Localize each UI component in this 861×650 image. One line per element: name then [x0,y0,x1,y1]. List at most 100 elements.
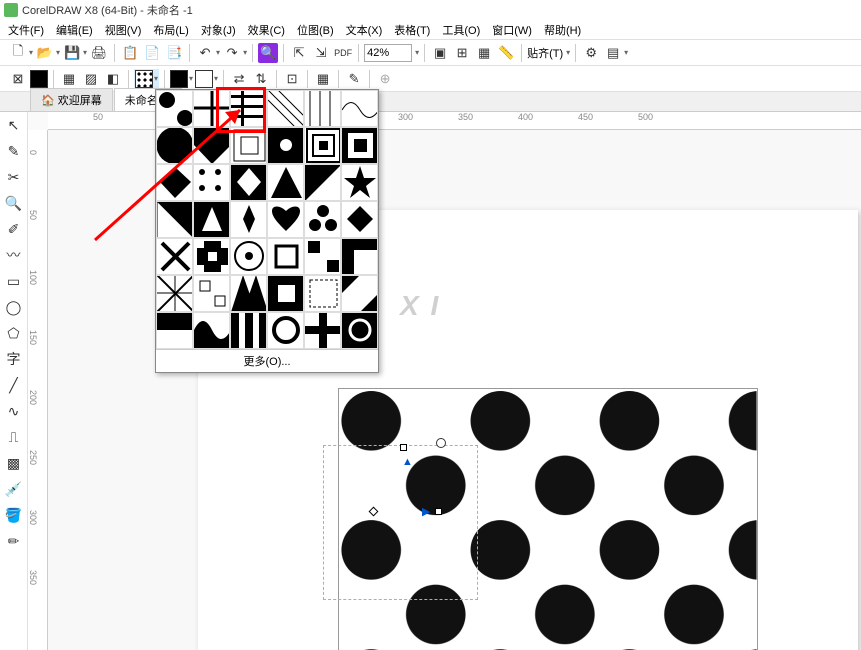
no-fill-icon[interactable]: ⊠ [8,69,28,89]
pattern-swatch[interactable] [193,90,230,127]
pattern-swatch[interactable] [304,312,341,349]
pick-tool-icon[interactable]: ↖ [4,115,24,135]
artistic-tool-icon[interactable]: 〰 [4,245,24,265]
mirror-h-icon[interactable]: ⇄ [229,69,249,89]
save-icon[interactable]: 💾 [62,43,82,63]
print-icon[interactable]: 🖨 [89,43,109,63]
pattern-swatch[interactable] [341,127,378,164]
canvas-area[interactable]: 50 150 200 250 300 350 400 450 500 0 50 … [28,112,861,650]
menu-bitmap[interactable]: 位图(B) [297,22,334,38]
menu-table[interactable]: 表格(T) [394,22,430,38]
pattern-fill-icon[interactable]: ▨ [81,69,101,89]
pattern-swatch[interactable] [230,127,267,164]
ellipse-tool-icon[interactable]: ◯ [4,297,24,317]
menu-effects[interactable]: 效果(C) [248,22,285,38]
pattern-swatch[interactable] [267,164,304,201]
rectangle-tool-icon[interactable]: ▭ [4,271,24,291]
pattern-swatch[interactable] [193,127,230,164]
pattern-swatch[interactable] [341,164,378,201]
back-color-swatch[interactable] [195,70,213,88]
fountain-fill-icon[interactable]: ▦ [59,69,79,89]
export-icon[interactable]: ⇲ [311,43,331,63]
import-icon[interactable]: ⇱ [289,43,309,63]
pattern-swatch[interactable] [304,238,341,275]
menu-file[interactable]: 文件(F) [8,22,44,38]
polygon-tool-icon[interactable]: ⬠ [4,323,24,343]
mirror-v-icon[interactable]: ⇅ [251,69,271,89]
menu-view[interactable]: 视图(V) [105,22,142,38]
menu-object[interactable]: 对象(J) [201,22,236,38]
pattern-swatch[interactable] [156,275,193,312]
pattern-swatch[interactable] [156,238,193,275]
pattern-swatch[interactable] [156,90,193,127]
launch-icon[interactable]: ▤ [603,43,623,63]
zoom-input[interactable] [364,44,412,62]
pattern-swatch[interactable] [230,238,267,275]
menu-edit[interactable]: 编辑(E) [56,22,93,38]
menu-text[interactable]: 文本(X) [346,22,383,38]
redo-icon[interactable]: ↷ [222,43,242,63]
shape-tool-icon[interactable]: ✎ [4,141,24,161]
snap-menu[interactable]: 贴齐(T) [527,45,563,61]
tab-welcome[interactable]: 🏠欢迎屏幕 [30,88,113,111]
search-icon[interactable]: 🔍 [258,43,278,63]
pattern-swatch[interactable] [304,164,341,201]
menu-window[interactable]: 窗口(W) [492,22,532,38]
pattern-swatch[interactable] [267,312,304,349]
pattern-preview-icon[interactable] [135,70,153,88]
open-icon[interactable]: 📂 [35,43,55,63]
new-icon[interactable]: 🗋 [8,43,28,63]
selection-handle[interactable] [400,444,407,451]
pattern-swatch[interactable] [267,275,304,312]
mesh-tool-icon[interactable]: ▩ [4,453,24,473]
pattern-swatch[interactable] [267,201,304,238]
pattern-swatch[interactable] [341,201,378,238]
pattern-swatch[interactable] [230,275,267,312]
pattern-more-button[interactable]: 更多(O)... [156,349,378,372]
outline-tool-icon[interactable]: ✏ [4,531,24,551]
pattern-swatch[interactable] [341,275,378,312]
uniform-fill-icon[interactable] [30,70,48,88]
pattern-swatch[interactable] [304,201,341,238]
pattern-swatch[interactable] [193,275,230,312]
selection-handle[interactable] [435,508,442,515]
tile-icon[interactable]: ▦ [313,69,333,89]
pattern-swatch[interactable] [156,312,193,349]
pattern-swatch[interactable] [230,164,267,201]
pattern-swatch[interactable] [156,127,193,164]
pattern-swatch[interactable] [341,238,378,275]
pattern-swatch[interactable] [156,164,193,201]
menu-layout[interactable]: 布局(L) [153,22,188,38]
pattern-swatch[interactable] [341,312,378,349]
fill-tool-icon[interactable]: 🪣 [4,505,24,525]
pattern-swatch[interactable] [156,201,193,238]
pattern-swatch[interactable] [341,90,378,127]
pattern-swatch[interactable] [230,201,267,238]
eyedropper-tool-icon[interactable]: 💉 [4,479,24,499]
paste-icon[interactable]: 📄 [142,43,162,63]
guides-icon[interactable]: ▦ [474,43,494,63]
text-tool-icon[interactable]: 字 [4,349,24,369]
dropper-tool-icon[interactable]: ⎍ [4,427,24,447]
pattern-swatch[interactable] [193,238,230,275]
pattern-swatch[interactable] [304,127,341,164]
pdf-icon[interactable]: PDF [333,43,353,63]
pattern-swatch[interactable] [267,127,304,164]
options-icon[interactable]: ⚙ [581,43,601,63]
pattern-swatch[interactable] [230,90,267,127]
pattern-swatch[interactable] [230,312,267,349]
pattern-swatch[interactable] [304,90,341,127]
fullscreen-icon[interactable]: ▣ [430,43,450,63]
copy-props-icon[interactable]: ✎ [344,69,364,89]
undo-icon[interactable]: ↶ [195,43,215,63]
crop-tool-icon[interactable]: ✂ [4,167,24,187]
zoom-tool-icon[interactable]: 🔍 [4,193,24,213]
menu-tools[interactable]: 工具(O) [442,22,480,38]
two-color-icon[interactable]: ◧ [103,69,123,89]
curve-tool-icon[interactable]: ∿ [4,401,24,421]
transform-icon[interactable]: ⊡ [282,69,302,89]
add-icon[interactable]: ⊕ [375,69,395,89]
filled-rectangle-object[interactable] [338,388,758,650]
clipboard-icon[interactable]: 📑 [164,43,184,63]
rotation-handle[interactable] [436,438,446,448]
